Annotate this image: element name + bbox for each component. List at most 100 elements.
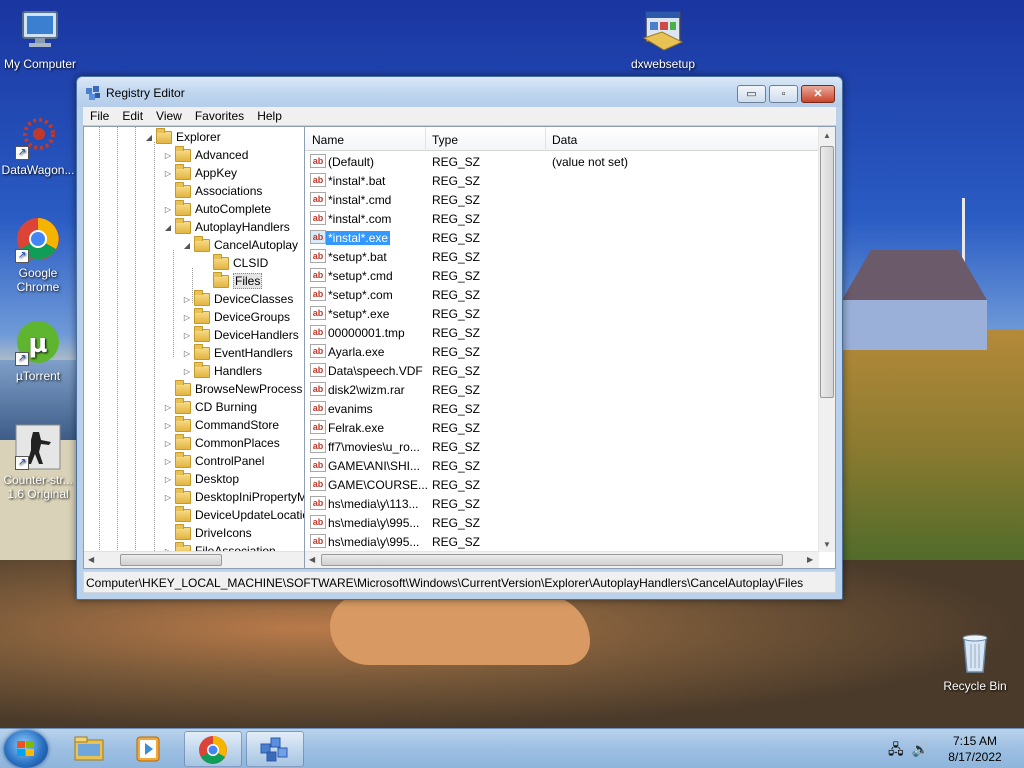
tree-node-clsid[interactable]: CLSID: [201, 253, 268, 272]
tree-node-controlpanel[interactable]: ▷ ControlPanel: [163, 451, 264, 470]
menu-help[interactable]: Help: [250, 107, 288, 123]
expand-icon[interactable]: ▷: [163, 475, 173, 484]
scroll-up-icon[interactable]: ▲: [823, 131, 831, 140]
close-button[interactable]: ✕: [801, 85, 835, 103]
menu-view[interactable]: View: [149, 107, 188, 123]
list-vertical-scrollbar[interactable]: ▲ ▼: [818, 127, 835, 552]
table-row[interactable]: ab *instal*.bat REG_SZ: [305, 171, 819, 190]
table-row[interactable]: ab *instal*.cmd REG_SZ: [305, 190, 819, 209]
column-header-type[interactable]: Type: [432, 133, 458, 147]
table-row[interactable]: ab evanims REG_SZ: [305, 399, 819, 418]
column-header-name[interactable]: Name: [312, 133, 344, 147]
column-header-data[interactable]: Data: [552, 133, 577, 147]
expand-icon[interactable]: ▷: [163, 403, 173, 412]
desktop-icon-my-computer[interactable]: My Computer: [0, 8, 80, 71]
list-horizontal-scroll-thumb[interactable]: [321, 554, 783, 566]
scroll-right-icon[interactable]: ▶: [807, 555, 813, 564]
tree-node-autocomplete[interactable]: ▷ AutoComplete: [163, 199, 271, 218]
list-horizontal-scrollbar[interactable]: ◀ ▶: [305, 551, 819, 568]
table-row[interactable]: ab *setup*.bat REG_SZ: [305, 247, 819, 266]
collapse-icon[interactable]: ◢: [182, 241, 192, 250]
table-row[interactable]: ab (Default) REG_SZ (value not set): [305, 152, 819, 171]
expand-icon[interactable]: ▷: [163, 457, 173, 466]
tree-node-autoplayhandlers[interactable]: ◢ AutoplayHandlers: [163, 217, 290, 236]
desktop-icon-utorrent[interactable]: µ ↗ µTorrent: [0, 320, 78, 383]
expand-icon[interactable]: ▷: [163, 493, 173, 502]
tree-node-commandstore[interactable]: ▷ CommandStore: [163, 415, 279, 434]
table-row[interactable]: ab *setup*.cmd REG_SZ: [305, 266, 819, 285]
taskbar-registry-editor-button[interactable]: [246, 731, 304, 767]
tree-node-advanced[interactable]: ▷ Advanced: [163, 145, 248, 164]
tree-node-associations[interactable]: Associations: [163, 181, 262, 200]
expand-icon[interactable]: ▷: [163, 205, 173, 214]
expand-icon[interactable]: ▷: [163, 151, 173, 160]
list-vertical-scroll-thumb[interactable]: [820, 146, 834, 398]
table-row[interactable]: ab hs\media\y\995... REG_SZ: [305, 532, 819, 551]
table-row[interactable]: ab 00000001.tmp REG_SZ: [305, 323, 819, 342]
volume-icon[interactable]: 🔊: [912, 741, 929, 757]
table-row[interactable]: ab Ayarla.exe REG_SZ: [305, 342, 819, 361]
scroll-left-icon[interactable]: ◀: [309, 555, 315, 564]
desktop-icon-datawagon[interactable]: ↗ DataWagon...: [0, 114, 78, 177]
taskbar-chrome-button[interactable]: [184, 731, 242, 767]
tree-node-eventhandlers[interactable]: ▷ EventHandlers: [182, 343, 293, 362]
table-row[interactable]: ab hs\media\y\995... REG_SZ: [305, 513, 819, 532]
tree-node-handlers[interactable]: ▷ Handlers: [182, 361, 262, 380]
tree-node-cancelautoplay[interactable]: ◢ CancelAutoplay: [182, 235, 298, 254]
collapse-icon[interactable]: ◢: [163, 223, 173, 232]
menu-file[interactable]: File: [83, 107, 115, 123]
table-row[interactable]: ab GAME\COURSE... REG_SZ: [305, 475, 819, 494]
minimize-button[interactable]: ▭: [737, 85, 766, 103]
taskbar-clock[interactable]: 7:15 AM 8/17/2022: [940, 733, 1010, 765]
expand-icon[interactable]: ▷: [163, 169, 173, 178]
scroll-down-icon[interactable]: ▼: [823, 540, 831, 549]
table-row[interactable]: ab *instal*.com REG_SZ: [305, 209, 819, 228]
table-row[interactable]: ab Data\speech.VDF REG_SZ: [305, 361, 819, 380]
start-button[interactable]: [4, 730, 48, 768]
menu-favorites[interactable]: Favorites: [188, 107, 250, 123]
expand-icon[interactable]: ▷: [182, 349, 192, 358]
expand-icon[interactable]: ▷: [182, 313, 192, 322]
tree-node-desktopinipropertymap[interactable]: ▷ DesktopIniPropertyMap: [163, 487, 320, 506]
tree-node-cd-burning[interactable]: ▷ CD Burning: [163, 397, 257, 416]
taskbar-media-player-button[interactable]: [120, 731, 178, 767]
tree-horizontal-scroll-thumb[interactable]: [120, 554, 222, 566]
expand-icon[interactable]: ▷: [163, 421, 173, 430]
expand-icon[interactable]: ▷: [182, 367, 192, 376]
tree-node-driveicons[interactable]: DriveIcons: [163, 523, 252, 542]
tree-node-files[interactable]: Files: [201, 271, 263, 290]
registry-editor-window[interactable]: Registry Editor ▭ ▫ ✕ File Edit View Favori…: [76, 76, 843, 600]
table-row[interactable]: ab hs\media\y\113... REG_SZ: [305, 494, 819, 513]
desktop-icon-recycle-bin[interactable]: Recycle Bin: [935, 630, 1015, 693]
tree-node-browsenewprocess[interactable]: BrowseNewProcess: [163, 379, 302, 398]
tree-node-appkey[interactable]: ▷ AppKey: [163, 163, 237, 182]
table-row[interactable]: ab *setup*.com REG_SZ: [305, 285, 819, 304]
table-row[interactable]: ab *setup*.exe REG_SZ: [305, 304, 819, 323]
tree-node-deviceupdatelocations[interactable]: DeviceUpdateLocations: [163, 505, 322, 524]
table-row-selected[interactable]: ab *instal*.exe REG_SZ: [305, 228, 819, 247]
tree-node-desktop[interactable]: ▷ Desktop: [163, 469, 239, 488]
collapse-icon[interactable]: ◢: [144, 133, 154, 142]
desktop-icon-dxwebsetup[interactable]: dxwebsetup: [623, 8, 703, 71]
maximize-button[interactable]: ▫: [769, 85, 798, 103]
tree-node-deviceclasses[interactable]: ▷ DeviceClasses: [182, 289, 293, 308]
table-row[interactable]: ab GAME\ANI\SHI... REG_SZ: [305, 456, 819, 475]
scroll-left-icon[interactable]: ◀: [88, 555, 94, 564]
tree-node-devicegroups[interactable]: ▷ DeviceGroups: [182, 307, 290, 326]
table-row[interactable]: ab disk2\wizm.rar REG_SZ: [305, 380, 819, 399]
tree-node-explorer[interactable]: ◢ Explorer: [144, 127, 221, 146]
tree-node-devicehandlers[interactable]: ▷ DeviceHandlers: [182, 325, 299, 344]
network-icon[interactable]: 🖧: [888, 741, 904, 757]
title-bar[interactable]: Registry Editor ▭ ▫ ✕: [77, 77, 842, 107]
desktop-icon-counter-strike[interactable]: ↗ Counter-str... 1.6 Original: [0, 424, 78, 501]
expand-icon[interactable]: ▷: [182, 295, 192, 304]
desktop-icon-google-chrome[interactable]: ↗ Google Chrome: [0, 217, 78, 294]
expand-icon[interactable]: ▷: [163, 439, 173, 448]
table-row[interactable]: ab Felrak.exe REG_SZ: [305, 418, 819, 437]
registry-values-pane[interactable]: Name Type Data ab (Default) REG_SZ (value n…: [304, 126, 836, 569]
tree-node-commonplaces[interactable]: ▷ CommonPlaces: [163, 433, 280, 452]
expand-icon[interactable]: ▷: [182, 331, 192, 340]
taskbar-explorer-button[interactable]: [60, 731, 118, 767]
table-row[interactable]: ab ff7\movies\u_ro... REG_SZ: [305, 437, 819, 456]
menu-edit[interactable]: Edit: [115, 107, 149, 123]
